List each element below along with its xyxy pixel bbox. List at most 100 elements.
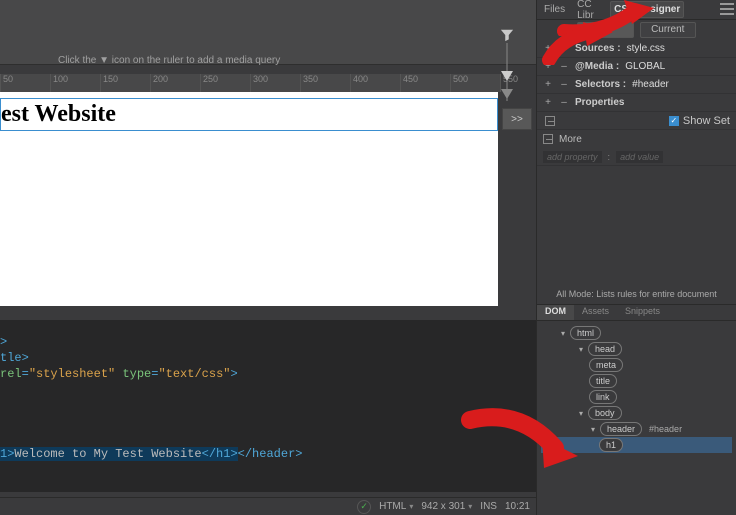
add-media-icon[interactable]: +	[543, 61, 553, 72]
code-editor[interactable]: > tle> rel="stylesheet" type="text/css">…	[0, 320, 536, 492]
more-section[interactable]: More	[537, 130, 736, 148]
media-label: @Media :	[575, 61, 619, 72]
properties-row[interactable]: + – Properties	[537, 94, 736, 112]
status-ok-icon[interactable]: ✓	[357, 500, 371, 514]
sources-value[interactable]: style.css	[627, 43, 665, 54]
chevron-down-icon[interactable]: ▾	[577, 409, 585, 418]
dom-tag: title	[589, 374, 617, 388]
design-view-topbar: Click the ▼ icon on the ruler to add a m…	[0, 0, 536, 65]
code-fragment: tle>	[0, 351, 29, 365]
media-row[interactable]: + – @Media : GLOBAL	[537, 58, 736, 76]
ruler-tick: 150	[100, 74, 150, 92]
dom-node-header[interactable]: ▾ header #header	[541, 421, 732, 437]
show-set-checkbox[interactable]: ✓	[669, 116, 679, 126]
collapse-panel-button[interactable]: >>	[502, 108, 532, 130]
properties-label: Properties	[575, 97, 624, 108]
dom-panel-tabs: DOM Assets Snippets	[537, 305, 736, 321]
layout-category-icon[interactable]	[545, 116, 555, 126]
ruler-tick: 250	[200, 74, 250, 92]
filter-current-button[interactable]: Current	[640, 22, 697, 38]
selectors-row[interactable]: + – Selectors : #header	[537, 76, 736, 94]
dom-node-body[interactable]: ▾ body	[541, 405, 732, 421]
code-string: "text/css"	[158, 367, 230, 381]
code-fragment: 1>	[0, 447, 14, 461]
dom-tag: html	[570, 326, 601, 340]
ruler-tick: 500	[450, 74, 500, 92]
ruler-tick: 400	[350, 74, 400, 92]
media-query-hint: Click the ▼ icon on the ruler to add a m…	[58, 55, 280, 66]
dom-tag: head	[588, 342, 622, 356]
code-attr: type	[122, 367, 151, 381]
panel-menu-icon[interactable]	[720, 3, 734, 15]
remove-source-icon[interactable]: –	[559, 43, 569, 54]
dom-node-title[interactable]: title	[541, 373, 732, 389]
dom-tag: link	[589, 390, 617, 404]
live-canvas[interactable]: est Website	[0, 92, 498, 306]
h1-text: est Website	[1, 101, 116, 127]
ruler-tick: 300	[250, 74, 300, 92]
add-selector-icon[interactable]: +	[543, 79, 553, 90]
dom-selector: #header	[649, 424, 682, 434]
tab-css-designer[interactable]: CSS Designer	[610, 1, 684, 18]
show-set-label: Show Set	[683, 115, 730, 127]
dom-tag: body	[588, 406, 622, 420]
media-value[interactable]: GLOBAL	[625, 61, 665, 72]
tab-cc-libraries[interactable]: CC Libr	[574, 0, 604, 23]
ruler[interactable]: 50 100 150 200 250 300 350 400 450 500 5…	[0, 74, 500, 92]
code-fragment: >	[230, 367, 237, 381]
tab-assets[interactable]: Assets	[574, 305, 617, 320]
code-string: "stylesheet"	[29, 367, 115, 381]
add-property-row[interactable]: add property : add value	[537, 148, 736, 166]
code-fragment: </h1>	[202, 447, 238, 461]
selected-h1-element[interactable]: est Website	[0, 98, 498, 131]
more-label: More	[559, 134, 582, 145]
code-text: Welcome to My Test Website	[14, 447, 201, 461]
code-attr: rel	[0, 367, 22, 381]
status-language[interactable]: HTML▾	[379, 501, 413, 512]
code-fragment: </header>	[238, 447, 303, 461]
status-dimensions[interactable]: 942 x 301▾	[421, 501, 472, 512]
ruler-tick: 50	[0, 74, 50, 92]
panel-tabs: Files CC Libr CSS Designer	[537, 0, 736, 20]
dom-tree[interactable]: ▾ html ▾ head meta title link ▾ body ▾ h…	[537, 321, 736, 457]
chevron-right-icon: >>	[511, 114, 523, 125]
dom-tag: h1	[599, 438, 623, 452]
add-property-placeholder[interactable]: add property	[543, 151, 602, 163]
status-insert-mode[interactable]: INS	[480, 501, 497, 512]
collapse-icon[interactable]	[543, 134, 553, 144]
dom-tag: header	[600, 422, 642, 436]
css-filter-row: All Current	[537, 20, 736, 40]
remove-property-icon[interactable]: –	[559, 97, 569, 108]
code-fragment: >	[0, 335, 7, 349]
chevron-down-icon[interactable]: ▾	[559, 329, 567, 338]
dom-tag: meta	[589, 358, 623, 372]
dom-node-meta[interactable]: meta	[541, 357, 732, 373]
sources-row[interactable]: + – Sources : style.css	[537, 40, 736, 58]
dom-node-head[interactable]: ▾ head	[541, 341, 732, 357]
ruler-tick: 100	[50, 74, 100, 92]
add-source-icon[interactable]: +	[543, 43, 553, 54]
add-property-icon[interactable]: +	[543, 97, 553, 108]
tab-files[interactable]: Files	[541, 2, 568, 17]
status-cursor-pos: 10:21	[505, 501, 530, 512]
filter-icon[interactable]	[500, 28, 514, 42]
add-value-placeholder[interactable]: add value	[616, 151, 663, 163]
status-bar: ✓ HTML▾ 942 x 301▾ INS 10:21	[0, 497, 536, 515]
tab-dom[interactable]: DOM	[537, 305, 574, 320]
dom-node-html[interactable]: ▾ html	[541, 325, 732, 341]
filter-all-button[interactable]: All	[577, 22, 634, 38]
tab-snippets[interactable]: Snippets	[617, 305, 668, 320]
chevron-down-icon[interactable]: ▾	[589, 425, 597, 434]
selectors-label: Selectors :	[575, 79, 626, 90]
dom-node-link[interactable]: link	[541, 389, 732, 405]
remove-selector-icon[interactable]: –	[559, 79, 569, 90]
properties-toolbar: ✓ Show Set	[537, 112, 736, 130]
selectors-value[interactable]: #header	[632, 79, 669, 90]
chevron-down-icon[interactable]: ▾	[577, 345, 585, 354]
dom-node-h1-selected[interactable]: h1	[541, 437, 732, 453]
sources-label: Sources :	[575, 43, 621, 54]
ruler-tick: 450	[400, 74, 450, 92]
properties-empty-area	[537, 166, 736, 284]
ruler-tick: 200	[150, 74, 200, 92]
remove-media-icon[interactable]: –	[559, 61, 569, 72]
